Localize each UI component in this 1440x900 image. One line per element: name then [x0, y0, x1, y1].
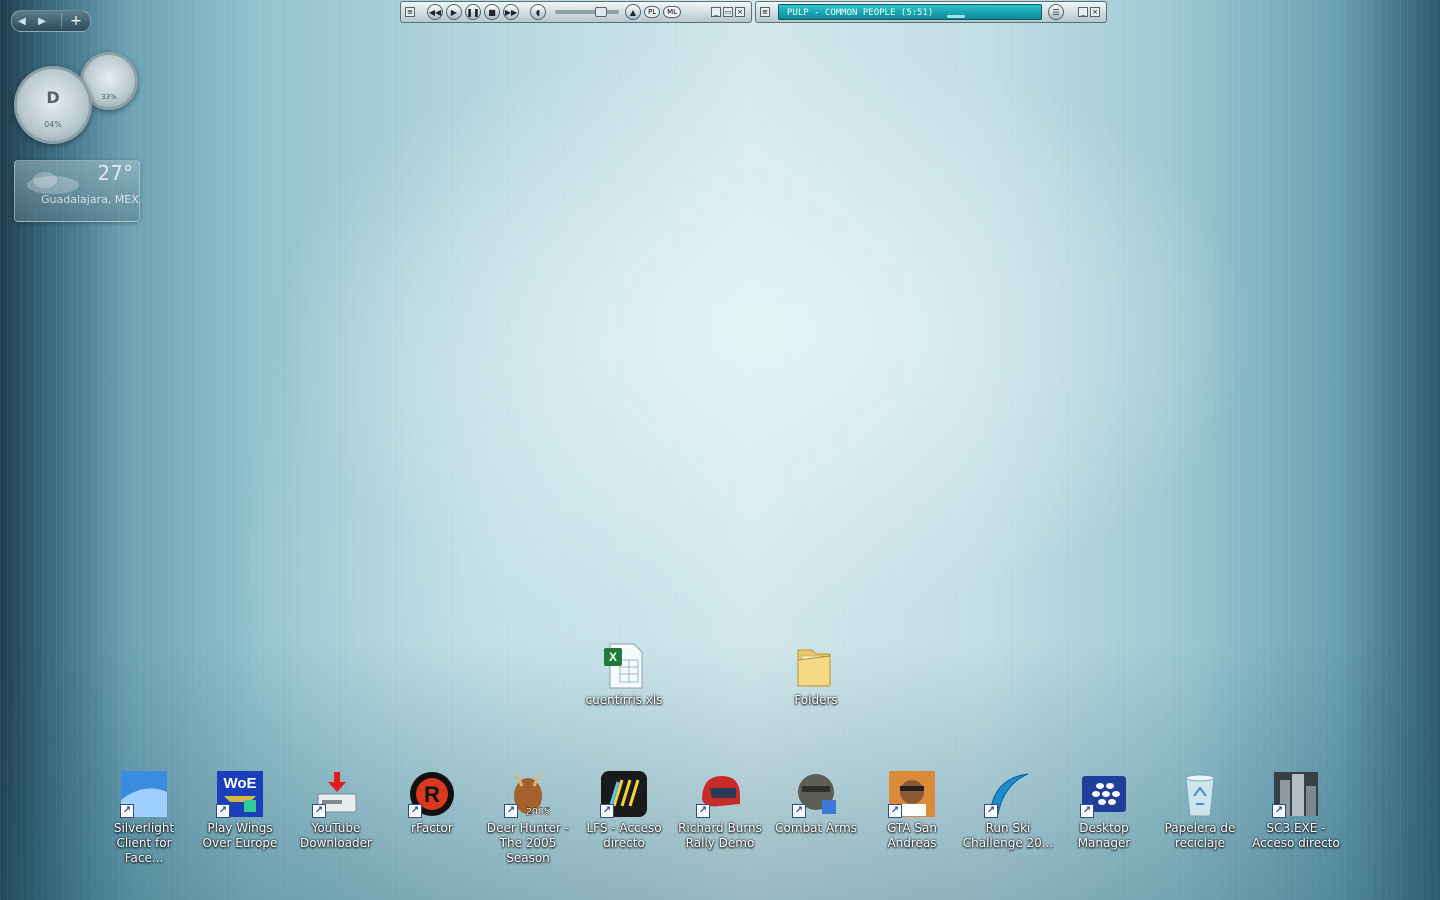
shortcut-label: rFactor	[411, 821, 453, 835]
big-dial: D 04%	[14, 66, 92, 144]
shortcut-arrow-icon: ↗	[312, 804, 326, 818]
shortcut-arrow-icon: ↗	[408, 804, 422, 818]
shortcut-arrow-icon: ↗	[696, 804, 710, 818]
seek-bar[interactable]	[947, 15, 965, 18]
track-title-display[interactable]: PULP - COMMON PEOPLE (5:51)	[778, 4, 1042, 20]
minimize-icon[interactable]: _	[711, 7, 721, 17]
volume-slider[interactable]	[555, 7, 619, 17]
file-label: cuentirris.xls	[585, 693, 663, 707]
folder-label: Folders	[794, 693, 838, 707]
woe-icon: WoE ↗	[216, 770, 264, 818]
shortcut-arrow-icon: ↗	[888, 804, 902, 818]
recycle-bin-icon	[1176, 770, 1224, 818]
drive-meter-gadget[interactable]: 33% D 04%	[14, 50, 144, 145]
previous-track-icon[interactable]: ◀◀	[427, 4, 443, 20]
player-menu-icon[interactable]: ≡	[405, 7, 415, 17]
track-title: PULP - COMMON PEOPLE (5:51)	[787, 8, 934, 18]
deer-hunter-icon: 2005 ↗	[504, 770, 552, 818]
rfactor-icon: R ↗	[408, 770, 456, 818]
weather-gadget[interactable]: 27° Guadalajara, MEX	[14, 160, 140, 222]
shortcut-gta-sa[interactable]: ↗ GTA San Andreas	[864, 770, 960, 851]
folder-icon	[792, 642, 840, 690]
shortcut-label: Play Wings Over Europe	[202, 821, 278, 850]
eject-icon[interactable]: ▲	[625, 4, 641, 20]
volume-icon[interactable]: ◖	[530, 4, 546, 20]
shortcut-arrow-icon: ↗	[600, 804, 614, 818]
desktop-file-xls[interactable]: X cuentirris.xls	[576, 642, 672, 708]
shortcut-arrow-icon: ↗	[120, 804, 134, 818]
next-icon[interactable]: ▶	[32, 16, 52, 27]
shortcut-label: Silverlight Client for Face...	[113, 821, 175, 865]
play-icon[interactable]: ▶	[446, 4, 462, 20]
gta-icon: ↗	[888, 770, 936, 818]
desktop-recycle-bin[interactable]: Papelera de reciclaje	[1152, 770, 1248, 851]
display-close-icon[interactable]: ×	[1090, 7, 1100, 17]
playlist-toggle-icon[interactable]: ☰	[1048, 4, 1064, 20]
svg-text:X: X	[609, 650, 617, 664]
shortcut-label: YouTube Downloader	[300, 821, 372, 850]
excel-file-icon: X	[600, 642, 648, 690]
shortcut-label: Combat Arms	[775, 821, 857, 835]
shortcut-arrow-icon: ↗	[1272, 804, 1286, 818]
media-library-button[interactable]: ML	[663, 6, 682, 18]
shortcut-arrow-icon: ↗	[792, 804, 806, 818]
shortcut-label: Run Ski Challenge 20...	[962, 821, 1054, 850]
shortcut-woe[interactable]: WoE ↗ Play Wings Over Europe	[192, 770, 288, 851]
youtube-downloader-icon: ↗	[312, 770, 360, 818]
lfs-icon: ↗	[600, 770, 648, 818]
display-minimize-icon[interactable]: _	[1078, 7, 1088, 17]
big-dial-percent: 04%	[44, 120, 62, 130]
shortcut-arrow-icon: ↗	[984, 804, 998, 818]
shortcut-desktop-manager[interactable]: ↗ Desktop Manager	[1056, 770, 1152, 851]
skyscraper-icon: ↗	[1272, 770, 1320, 818]
shortcut-label: Deer Hunter - The 2005 Season	[486, 821, 570, 865]
desktop-folder[interactable]: Folders	[768, 642, 864, 708]
weather-temperature: 27°	[97, 161, 133, 185]
player-display: ≡ PULP - COMMON PEOPLE (5:51) ☰ _ ×	[755, 1, 1107, 23]
shortcut-label: LFS - Acceso directo	[586, 821, 662, 850]
shortcut-sc3[interactable]: ↗ SC3.EXE - Acceso directo	[1248, 770, 1344, 851]
shortcut-deer-hunter[interactable]: 2005 ↗ Deer Hunter - The 2005 Season	[480, 770, 576, 866]
big-dial-letter: D	[46, 87, 60, 107]
pause-icon[interactable]: ❚❚	[465, 4, 481, 20]
playlist-button[interactable]: PL	[644, 6, 661, 18]
shortcut-youtube-downloader[interactable]: ↗ YouTube Downloader	[288, 770, 384, 851]
stop-icon[interactable]: ■	[484, 4, 500, 20]
ski-icon: ↗	[984, 770, 1032, 818]
shade-icon[interactable]: ▭	[723, 7, 733, 17]
helmet-icon: ↗	[696, 770, 744, 818]
shortcut-arrow-icon: ↗	[216, 804, 230, 818]
next-track-icon[interactable]: ▶▶	[503, 4, 519, 20]
add-gadget-icon[interactable]: +	[61, 13, 90, 29]
media-player: ≡ ◀◀ ▶ ❚❚ ■ ▶▶ ◖ ▲ PL ML _ ▭ ×	[400, 1, 752, 23]
shortcut-ski-challenge[interactable]: ↗ Run Ski Challenge 20...	[960, 770, 1056, 851]
silverlight-icon: ↗	[120, 770, 168, 818]
gadget-toolbar: ◀ ▶ +	[11, 10, 91, 32]
shortcut-label: Desktop Manager	[1077, 821, 1131, 850]
previous-icon[interactable]: ◀	[12, 16, 32, 27]
display-menu-icon[interactable]: ≡	[760, 7, 770, 17]
weather-city: Guadalajara, MEX	[41, 193, 139, 206]
close-icon[interactable]: ×	[735, 7, 745, 17]
combat-arms-icon: ↗	[792, 770, 840, 818]
shortcut-combat-arms[interactable]: ↗ Combat Arms	[768, 770, 864, 836]
recycle-bin-label: Papelera de reciclaje	[1164, 821, 1236, 850]
shortcut-lfs[interactable]: ↗ LFS - Acceso directo	[576, 770, 672, 851]
shortcut-label: GTA San Andreas	[887, 821, 937, 850]
svg-text:2005: 2005	[526, 806, 550, 818]
shortcut-arrow-icon: ↗	[1080, 804, 1094, 818]
blackberry-icon: ↗	[1080, 770, 1128, 818]
shortcut-label: SC3.EXE - Acceso directo	[1252, 821, 1340, 850]
wallpaper-streaks	[0, 0, 1440, 900]
shortcut-label: Richard Burns Rally Demo	[678, 821, 762, 850]
svg-text:WoE: WoE	[223, 775, 256, 792]
svg-text:R: R	[424, 782, 440, 807]
shortcut-silverlight[interactable]: ↗ Silverlight Client for Face...	[96, 770, 192, 866]
shortcut-arrow-icon: ↗	[504, 804, 518, 818]
shortcut-rfactor[interactable]: R ↗ rFactor	[384, 770, 480, 836]
shortcut-rbr[interactable]: ↗ Richard Burns Rally Demo	[672, 770, 768, 851]
